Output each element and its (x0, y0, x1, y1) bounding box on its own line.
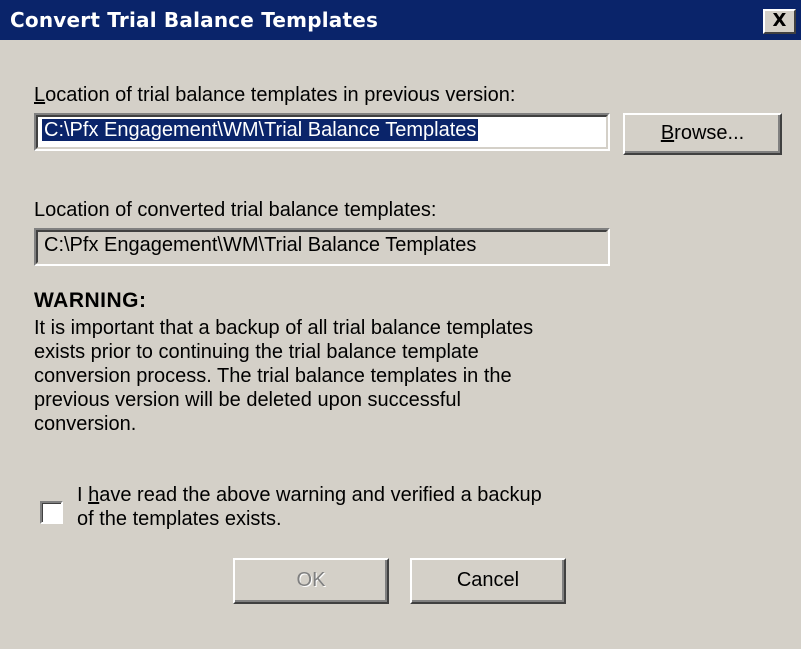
title-bar[interactable]: Convert Trial Balance Templates X (0, 0, 801, 40)
destination-location-field: C:\Pfx Engagement\WM\Trial Balance Templ… (34, 228, 610, 266)
backup-confirmation-label[interactable]: I have read the above warning and verifi… (77, 483, 637, 531)
ok-button[interactable]: OK (233, 558, 389, 604)
warning-text: It is important that a backup of all tri… (34, 316, 624, 436)
cancel-button[interactable]: Cancel (410, 558, 566, 604)
close-button[interactable]: X (763, 9, 796, 34)
source-label-mnemonic: L (34, 84, 46, 106)
confirm-label-line2: of the templates exists. (77, 508, 282, 530)
browse-label: rowse... (674, 122, 745, 144)
warning-line: conversion process. The trial balance te… (34, 365, 512, 387)
source-location-value: C:\Pfx Engagement\WM\Trial Balance Templ… (42, 119, 479, 141)
backup-confirmation-checkbox[interactable] (40, 501, 63, 524)
confirm-text-rest: ave read the above warning and verified … (99, 484, 542, 506)
warning-line: previous version will be deleted upon su… (34, 389, 461, 411)
confirm-label-line1: I have read the above warning and verifi… (77, 483, 637, 507)
source-location-input[interactable]: C:\Pfx Engagement\WM\Trial Balance Templ… (34, 113, 610, 151)
warning-line: conversion. (34, 413, 137, 435)
confirm-text-start: I (77, 484, 89, 506)
dialog-title: Convert Trial Balance Templates (10, 8, 379, 32)
confirm-mnemonic: h (88, 484, 100, 506)
source-location-label: Location of trial balance templates in p… (34, 83, 515, 107)
close-icon: X (772, 10, 787, 31)
destination-location-value: C:\Pfx Engagement\WM\Trial Balance Templ… (44, 234, 477, 256)
warning-line: It is important that a backup of all tri… (34, 317, 534, 339)
browse-mnemonic: B (660, 122, 675, 144)
convert-templates-dialog: Convert Trial Balance Templates X Locati… (0, 0, 801, 649)
source-label-text: ocation of trial balance templates in pr… (45, 84, 516, 106)
browse-button[interactable]: Browse... (623, 113, 782, 155)
destination-location-label: Location of converted trial balance temp… (34, 199, 437, 221)
warning-heading: WARNING: (34, 289, 147, 312)
warning-line: exists prior to continuing the trial bal… (34, 341, 479, 363)
